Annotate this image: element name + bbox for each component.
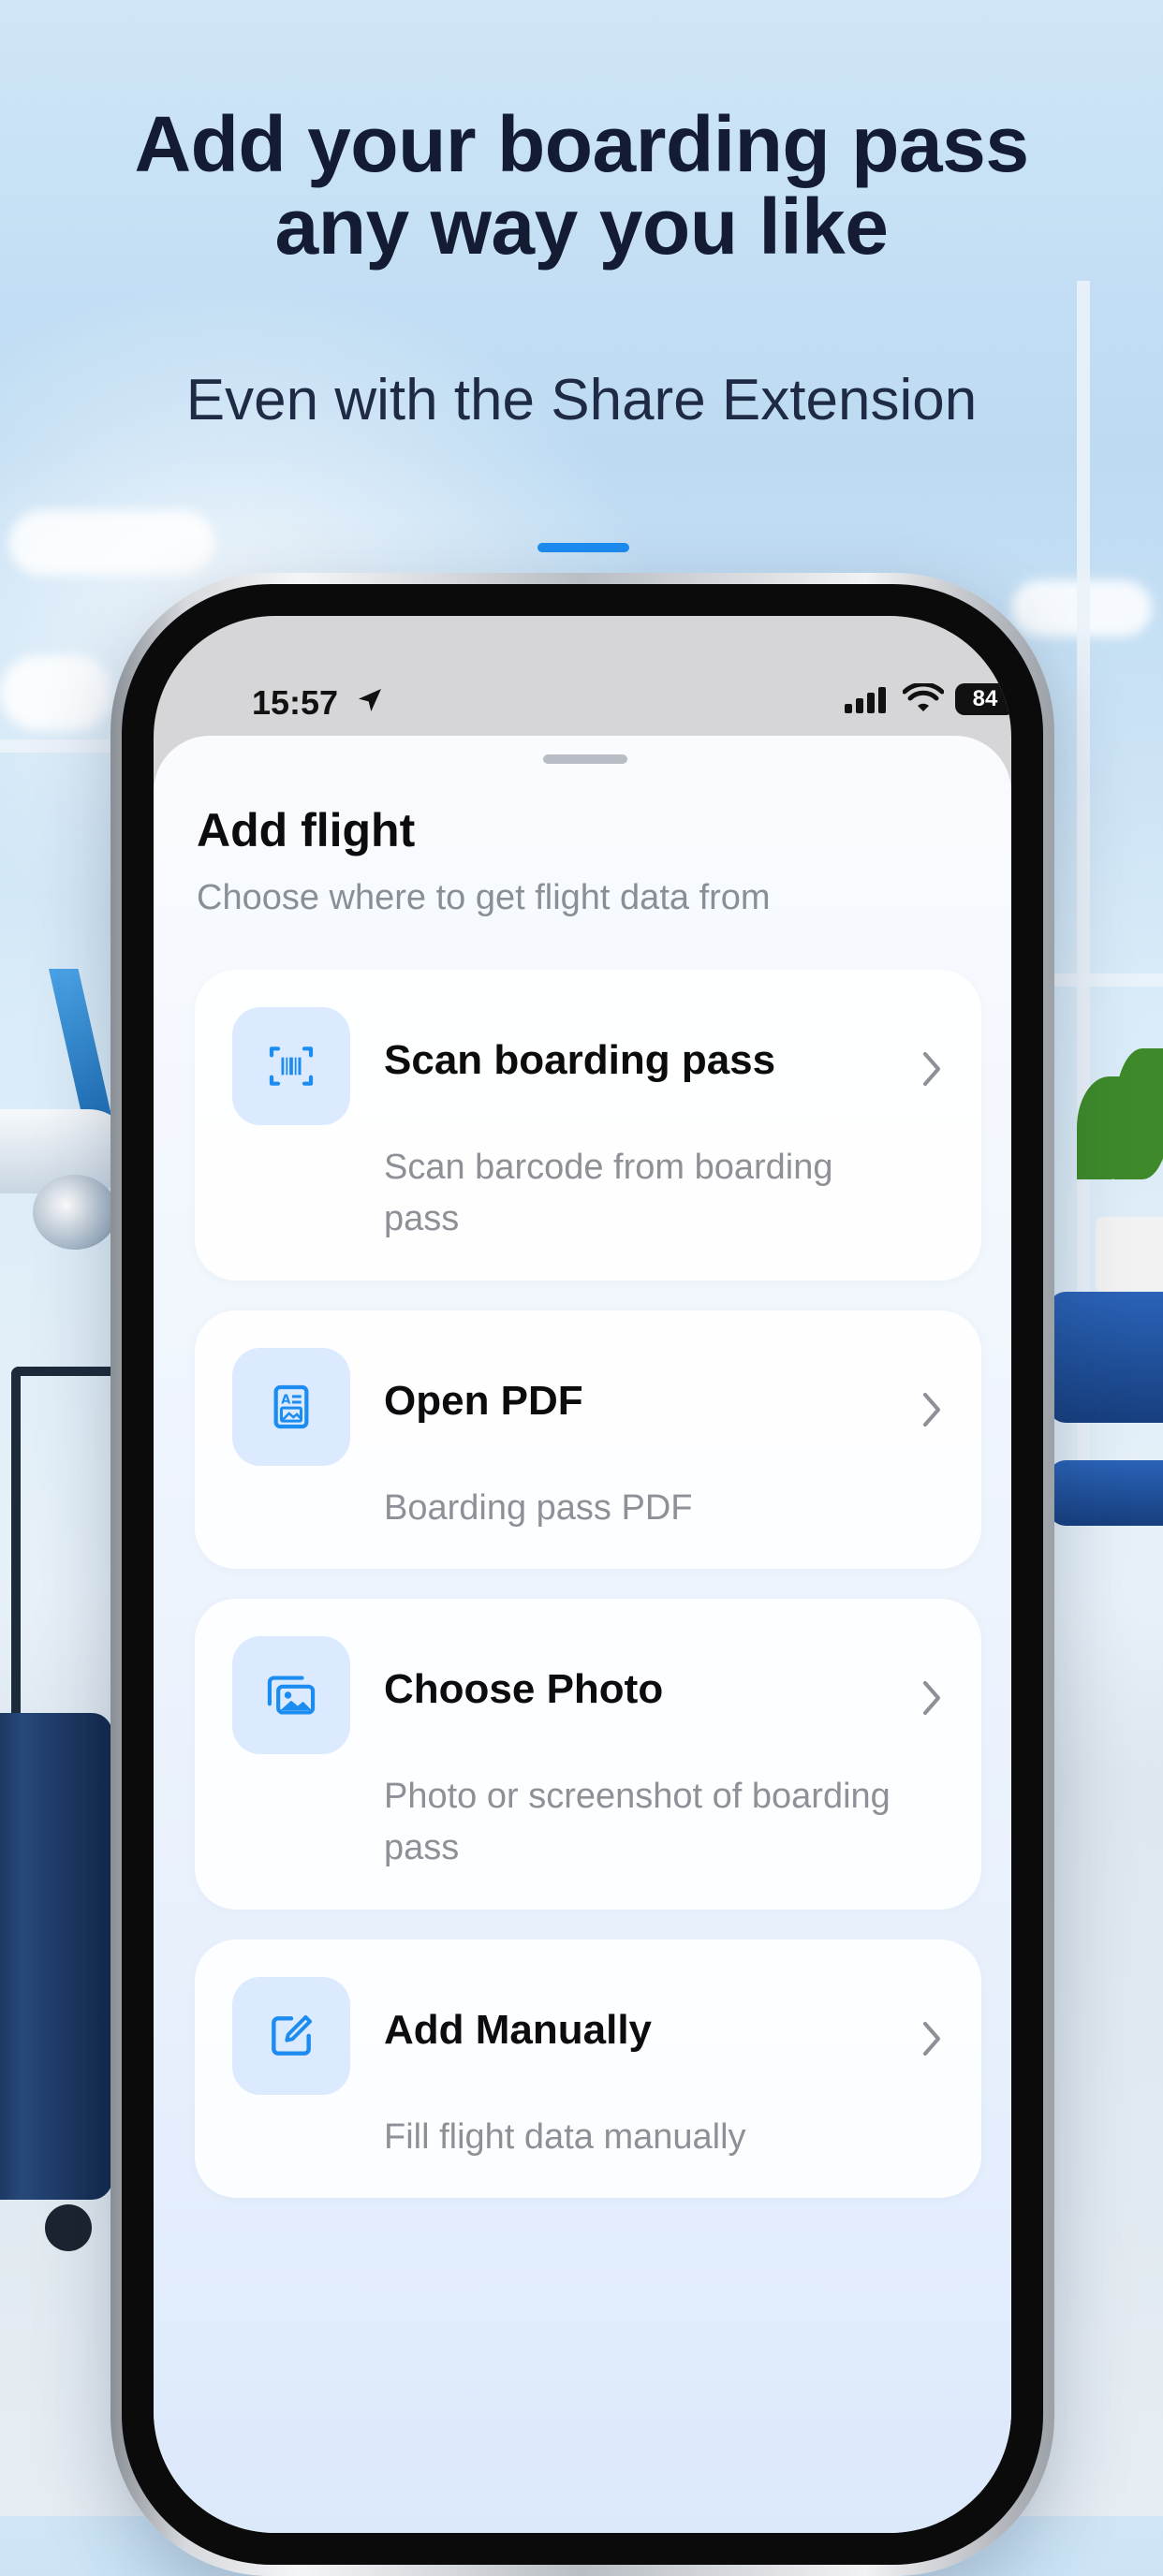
phone-bezel: 15:57 84 Add flight Choose where to get … — [122, 584, 1043, 2565]
battery-indicator: 84 — [955, 683, 1011, 715]
option-open-pdf[interactable]: A Open PDF Boarding pass PDF — [195, 1310, 981, 1569]
chevron-right-icon — [923, 1052, 940, 1086]
option-icon-container: A — [232, 1348, 350, 1466]
plant-leaf — [1114, 1048, 1163, 1179]
option-description: Photo or screenshot of boarding pass — [384, 1777, 891, 1867]
option-title: Open PDF — [384, 1378, 583, 1424]
option-choose-photo[interactable]: Choose Photo Photo or screenshot of boar… — [195, 1599, 981, 1910]
wifi-icon — [903, 683, 944, 711]
chevron-right-icon — [923, 1393, 940, 1427]
subheadline: Even with the Share Extension — [185, 368, 978, 432]
option-scan-boarding-pass[interactable]: Scan boarding pass Scan barcode from boa… — [195, 970, 981, 1281]
page-indicator — [537, 543, 629, 552]
headline-line-1: Add your boarding pass — [134, 100, 1029, 188]
option-title: Add Manually — [384, 2007, 653, 2053]
location-arrow-icon — [359, 689, 381, 711]
barcode-scan-icon — [269, 1046, 314, 1086]
photo-stack-icon — [267, 1676, 316, 1715]
terminal-chair — [1049, 1460, 1163, 1526]
chevron-right-icon — [923, 1681, 940, 1715]
chevron-right-icon — [923, 2022, 940, 2056]
phone-mockup: 15:57 84 Add flight Choose where to get … — [110, 573, 1054, 2576]
status-time: 15:57 — [252, 683, 339, 722]
suitcase-wheel — [45, 2204, 92, 2251]
cellular-signal-icon — [845, 687, 886, 713]
plant-pot — [1096, 1217, 1163, 1292]
add-flight-sheet: Add flight Choose where to get flight da… — [154, 736, 1011, 2533]
status-bar: 15:57 84 — [154, 616, 1011, 747]
edit-icon — [272, 2014, 313, 2056]
sheet-title: Add flight — [197, 804, 416, 856]
headline-line-2: any way you like — [274, 183, 889, 271]
option-icon-container — [232, 1636, 350, 1754]
airplane-engine — [33, 1175, 117, 1250]
airplane-tail — [49, 969, 114, 1128]
option-description: Scan barcode from boarding pass — [384, 1148, 833, 1238]
terminal-chair — [1049, 1292, 1163, 1423]
option-title: Choose Photo — [384, 1666, 664, 1712]
option-icon-container — [232, 1977, 350, 2095]
cloud — [9, 510, 215, 576]
option-icon-container — [232, 1007, 350, 1125]
window-frame — [1039, 973, 1163, 987]
svg-text:A: A — [281, 1393, 291, 1407]
sheet-subtitle: Choose where to get flight data from — [197, 878, 771, 917]
option-add-manually[interactable]: Add Manually Fill flight data manually — [195, 1939, 981, 2198]
suitcase — [0, 1713, 112, 2200]
option-description: Fill flight data manually — [384, 2117, 746, 2157]
sheet-grabber[interactable] — [543, 754, 627, 764]
suitcase-handle — [11, 1367, 124, 1732]
pdf-document-icon: A — [273, 1384, 309, 1429]
cloud — [0, 655, 112, 730]
window-frame — [0, 739, 122, 753]
option-description: Boarding pass PDF — [384, 1488, 693, 1528]
headline: Add your boarding pass any way you like — [0, 103, 1163, 268]
option-title: Scan boarding pass — [384, 1037, 776, 1083]
phone-screen: 15:57 84 Add flight Choose where to get … — [154, 616, 1011, 2533]
